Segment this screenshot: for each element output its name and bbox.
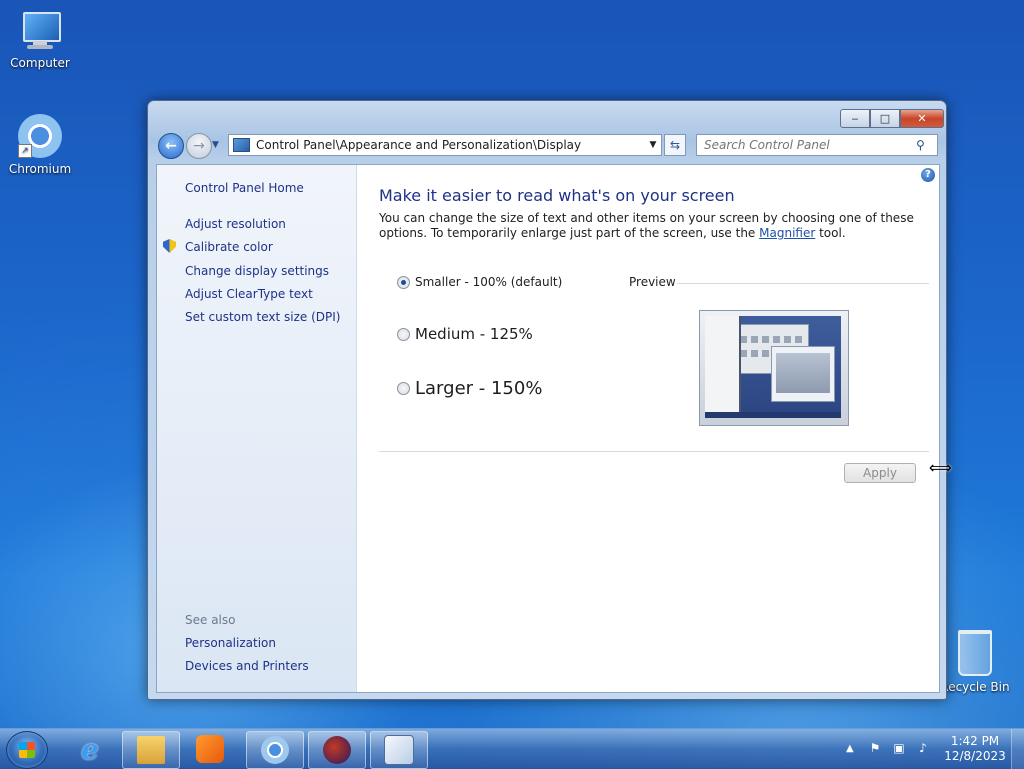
recent-pages-button[interactable]: ▼ [212, 140, 219, 150]
address-bar[interactable]: Control Panel\Appearance and Personaliza… [228, 134, 662, 156]
search-input[interactable] [697, 137, 916, 153]
chromium-icon [261, 736, 289, 764]
option-medium[interactable]: Medium - 125% [397, 325, 533, 343]
page-title: Make it easier to read what's on your sc… [379, 186, 735, 205]
divider [379, 451, 929, 452]
control-panel-icon [233, 138, 250, 152]
chromium-icon: ↗ [18, 114, 62, 158]
desktop-icon-label: Computer [10, 56, 70, 70]
action-center-flag-icon[interactable]: ⚑ [868, 741, 882, 755]
maximize-button[interactable]: □ [870, 109, 900, 128]
network-icon[interactable]: ▣ [892, 741, 906, 755]
desktop-icon-label: Chromium [8, 162, 72, 176]
taskbar-control-panel[interactable] [370, 731, 428, 769]
firefox-icon [323, 736, 351, 764]
clock[interactable]: 1:42 PM 12/8/2023 [940, 734, 1010, 764]
close-icon: ✕ [917, 112, 927, 125]
content-area: Control Panel Home Adjust resolution Cal… [156, 164, 940, 693]
search-icon[interactable]: ⚲ [916, 138, 925, 152]
minimize-icon: ‒ [851, 112, 859, 125]
main-pane: ? Make it easier to read what's on your … [357, 165, 939, 692]
maximize-icon: □ [879, 112, 891, 125]
minimize-button[interactable]: ‒ [840, 109, 870, 128]
page-description: You can change the size of text and othe… [379, 211, 919, 241]
refresh-icon: ⇆ [669, 138, 681, 152]
preview-label: Preview [629, 275, 676, 289]
desktop-icon-computer[interactable]: Computer [0, 10, 80, 70]
computer-icon [17, 10, 63, 52]
sidebar-item-adjust-resolution[interactable]: Adjust resolution [185, 217, 286, 231]
search-box: ⚲ [696, 134, 938, 156]
taskbar-file-explorer[interactable] [122, 731, 180, 769]
navigation-bar: ← → ▼ Control Panel\Appearance and Perso… [156, 132, 938, 160]
media-player-icon [196, 735, 224, 763]
back-button[interactable]: ← [158, 133, 184, 159]
radio-medium[interactable] [397, 327, 410, 341]
chevron-down-icon: ▼ [649, 140, 657, 150]
sidebar-item-devices-and-printers[interactable]: Devices and Printers [185, 659, 309, 673]
option-larger[interactable]: Larger - 150% [397, 378, 542, 399]
folder-icon [137, 736, 165, 764]
show-desktop-button[interactable] [1011, 729, 1024, 769]
desktop-icon-label: Recycle Bin [940, 680, 1010, 694]
start-button[interactable] [6, 731, 48, 769]
arrow-left-icon: ← [165, 138, 177, 154]
window-controls: ‒ □ ✕ [840, 109, 944, 128]
resize-cursor-icon: ⟺ [929, 458, 952, 477]
taskbar-media-player[interactable] [182, 731, 238, 767]
control-panel-window: ‒ □ ✕ ← → ▼ Control Panel\Appearance and… [147, 100, 947, 700]
forward-button[interactable]: → [186, 133, 212, 159]
option-label: Smaller - 100% (default) [415, 275, 563, 289]
refresh-button[interactable]: ⇆ [664, 134, 686, 156]
recycle-bin-icon [958, 630, 992, 676]
show-hidden-icons-button[interactable]: ▲ [846, 743, 854, 754]
see-also-heading: See also [185, 613, 236, 627]
radio-smaller[interactable] [397, 275, 410, 289]
sidebar-item-change-display-settings[interactable]: Change display settings [185, 264, 329, 278]
clock-date: 12/8/2023 [944, 749, 1006, 763]
sidebar-item-personalization[interactable]: Personalization [185, 636, 276, 650]
desktop-icon-chromium[interactable]: ↗ Chromium [0, 114, 80, 176]
shield-icon [163, 239, 176, 253]
sidebar-item-adjust-cleartype[interactable]: Adjust ClearType text [185, 287, 313, 301]
control-panel-icon [384, 735, 414, 765]
arrow-right-icon: → [193, 138, 205, 154]
sidebar-item-calibrate-color[interactable]: Calibrate color [185, 240, 273, 254]
option-smaller[interactable]: Smaller - 100% (default) [397, 275, 562, 289]
description-text-end: tool. [815, 226, 846, 240]
taskbar-firefox[interactable] [308, 731, 366, 769]
address-path: Control Panel\Appearance and Personaliza… [256, 138, 582, 152]
desktop-icon-recycle-bin[interactable]: Recycle Bin [935, 630, 1015, 694]
sidebar-item-control-panel-home[interactable]: Control Panel Home [185, 181, 304, 195]
close-button[interactable]: ✕ [900, 109, 944, 128]
address-dropdown-button[interactable]: ▼ [645, 140, 661, 150]
radio-larger[interactable] [397, 382, 410, 395]
sidebar: Control Panel Home Adjust resolution Cal… [157, 165, 357, 692]
taskbar-chromium[interactable] [246, 731, 304, 769]
option-label: Medium - 125% [415, 325, 533, 343]
internet-explorer-icon: e [81, 732, 99, 766]
chevron-down-icon: ▼ [212, 140, 219, 150]
shortcut-arrow-icon: ↗ [18, 144, 32, 158]
volume-muted-icon[interactable]: ♪ [916, 741, 930, 755]
preview-image [699, 310, 849, 426]
taskbar: e ▲ ⚑ ▣ ♪ 1:42 PM 12/8/2023 [0, 728, 1024, 769]
sidebar-item-custom-text-size[interactable]: Set custom text size (DPI) [185, 310, 340, 324]
taskbar-internet-explorer[interactable]: e [62, 731, 118, 767]
help-icon[interactable]: ? [921, 168, 935, 182]
clock-time: 1:42 PM [950, 734, 1000, 748]
preview-divider [677, 283, 929, 284]
magnifier-link[interactable]: Magnifier [759, 226, 815, 240]
apply-button[interactable]: Apply [844, 463, 916, 483]
option-label: Larger - 150% [415, 378, 543, 399]
